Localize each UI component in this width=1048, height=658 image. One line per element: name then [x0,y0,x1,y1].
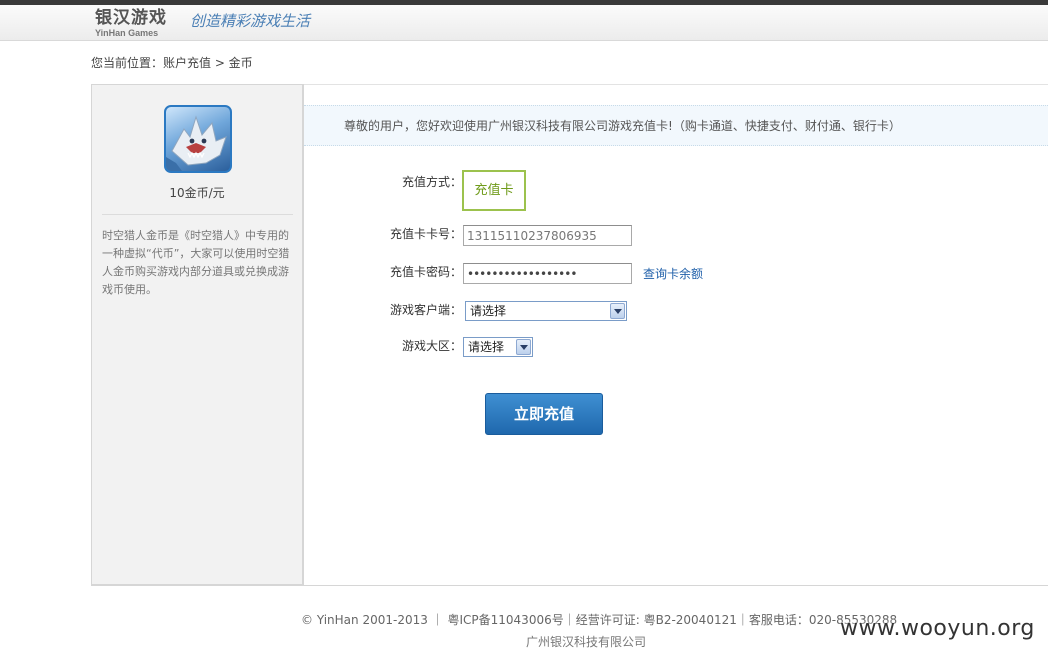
content-frame-bottom-border [91,585,1048,586]
game-zone-select-value: 请选择 [468,340,505,354]
footer-company-name: 广州银汉科技有限公司 [525,635,646,649]
logo-text-en: YinHan Games [95,28,159,38]
welcome-text: 尊敬的用户，您好欢迎使用广州银汉科技有限公司游戏充值卡!（购卡通道、快捷支付、财… [344,119,901,133]
welcome-banner: 尊敬的用户，您好欢迎使用广州银汉科技有限公司游戏充值卡!（购卡通道、快捷支付、财… [304,105,1048,146]
check-balance-link[interactable]: 查询卡余额 [643,266,703,282]
breadcrumb: 您当前位置：账户充值 > 金币 [91,56,253,70]
game-zone-label: 游戏大区： [402,339,463,353]
recharge-submit-button[interactable]: 立即充值 [485,393,603,435]
card-password-input[interactable] [463,263,632,284]
chevron-down-icon[interactable] [516,339,531,355]
game-client-select[interactable]: 请选择 [465,301,627,321]
card-number-input[interactable] [463,225,632,246]
price-rate: 10金币/元 [169,186,225,200]
logo-text-cn: 银汉游戏 [95,8,167,28]
watermark-text: www.wooyun.org [840,616,1035,641]
site-logo[interactable]: 银汉游戏 YinHan Games [95,9,175,39]
method-option-card[interactable]: 充值卡 [462,170,526,211]
site-header: 银汉游戏 YinHan Games 创造精彩游戏生活 [0,5,1048,41]
site-slogan: 创造精彩游戏生活 [190,12,311,30]
sidebar: 10金币/元 时空猎人金币是《时空猎人》中专用的一种虚拟“代币”，大家可以使用时… [91,84,303,585]
footer-copyright: © YinHan 2001-2013 ｜ 粤ICP备11043006号｜经营许可… [301,613,898,627]
card-password-label: 充值卡密码： [390,265,463,279]
game-zone-select[interactable]: 请选择 [463,337,533,357]
sidebar-divider [102,214,293,215]
currency-description: 时空猎人金币是《时空猎人》中专用的一种虚拟“代币”，大家可以使用时空猎人金币购买… [102,229,290,296]
game-client-label: 游戏客户端： [390,303,463,317]
chevron-down-icon[interactable] [610,303,625,319]
method-label: 充值方式： [402,175,463,189]
card-number-label: 充值卡卡号： [390,227,463,241]
game-icon [164,105,232,173]
main-left-border [303,84,304,585]
game-client-select-value: 请选择 [470,304,507,318]
